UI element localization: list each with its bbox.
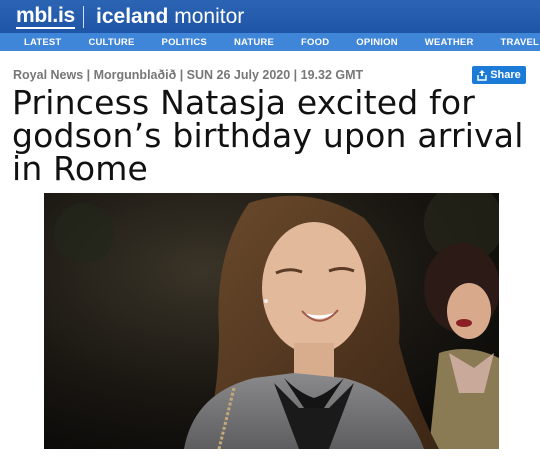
nav-item-culture[interactable]: CULTURE <box>88 37 134 48</box>
site-logo[interactable]: mbl.is <box>16 4 75 29</box>
article-headline: Princess Natasja excited for godson’s bi… <box>12 83 524 188</box>
nav-item-nature[interactable]: NATURE <box>234 37 274 48</box>
article-photo[interactable] <box>44 193 499 449</box>
nav-item-opinion[interactable]: OPINION <box>356 37 398 48</box>
article-meta: Royal News | Morgunblaðið | SUN 26 July … <box>13 68 364 82</box>
share-icon <box>477 69 487 81</box>
nav-item-weather[interactable]: WEATHER <box>425 37 474 48</box>
section-brand-light: monitor <box>174 5 245 28</box>
nav-item-travel[interactable]: TRAVEL <box>501 37 540 48</box>
nav-item-food[interactable]: FOOD <box>301 37 329 48</box>
share-button[interactable]: Share <box>472 66 526 84</box>
logo-divider <box>83 6 84 28</box>
section-brand-bold: iceland <box>96 5 169 28</box>
share-label: Share <box>490 69 521 81</box>
section-brand[interactable]: iceland monitor <box>96 5 244 29</box>
main-nav: LATEST CULTURE POLITICS NATURE FOOD OPIN… <box>0 33 540 51</box>
nav-item-latest[interactable]: LATEST <box>24 37 61 48</box>
site-header: mbl.is iceland monitor <box>0 0 540 33</box>
nav-item-politics[interactable]: POLITICS <box>162 37 207 48</box>
